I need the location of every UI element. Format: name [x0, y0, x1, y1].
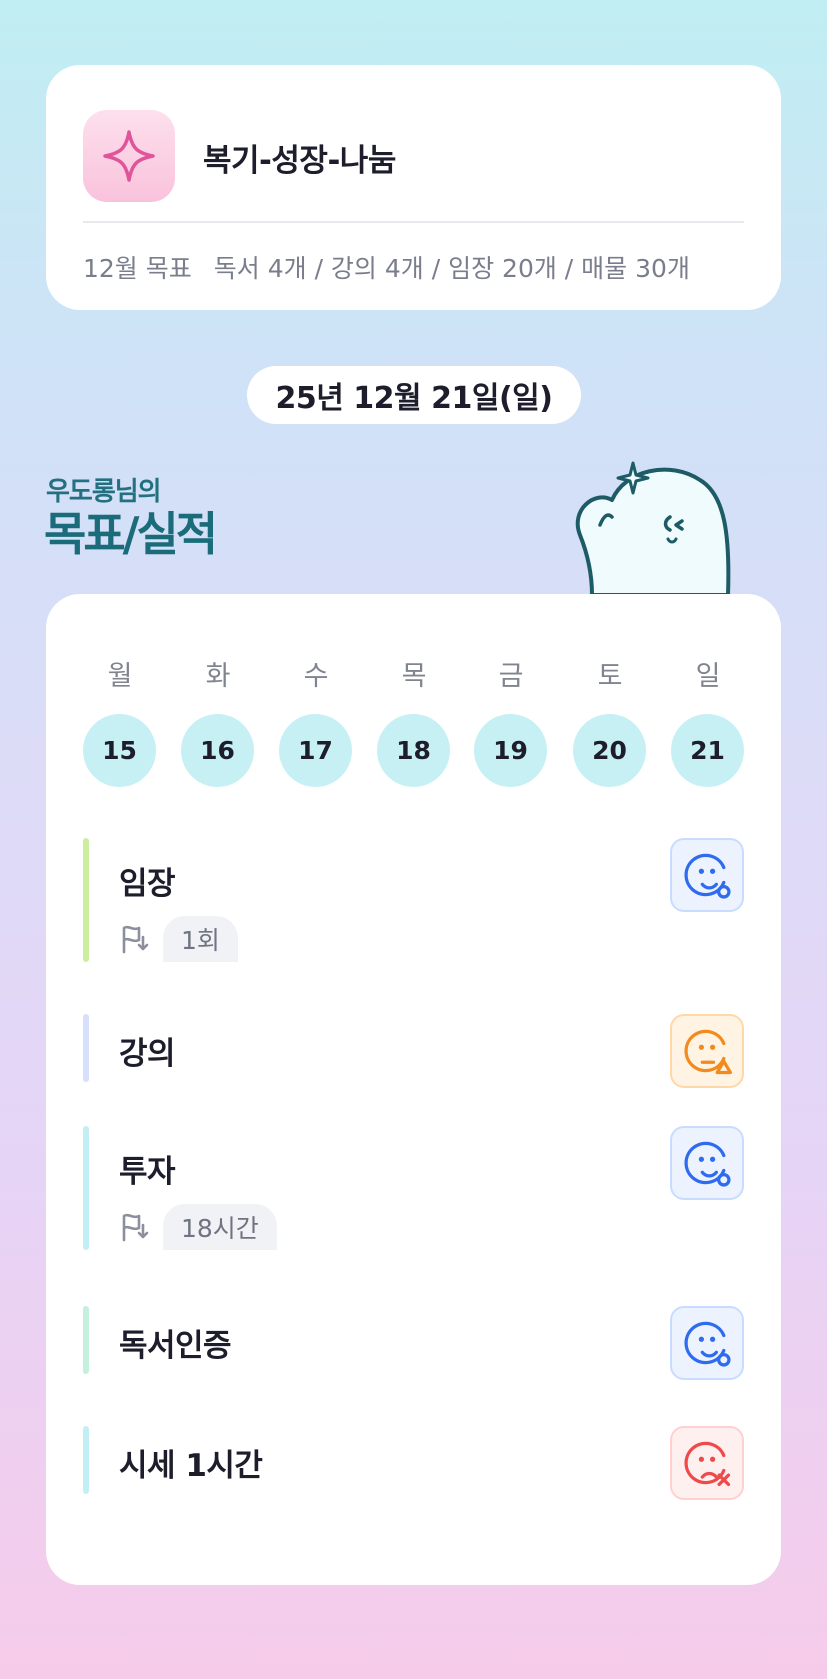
task-name: 임장	[119, 866, 176, 902]
day-15-button[interactable]: 15	[83, 714, 156, 787]
goal-text: 독서 4개 / 강의 4개 / 임장 20개 / 매물 30개	[213, 254, 690, 283]
task-name: 독서인증	[119, 1328, 232, 1364]
weekday-label: 목	[401, 661, 427, 692]
weekday-label: 월	[107, 661, 133, 692]
day-18-button[interactable]: 18	[377, 714, 450, 787]
face-good-icon	[684, 1321, 731, 1367]
task-meta: 1회	[119, 916, 238, 962]
flag-icon	[122, 925, 149, 954]
task-row[interactable]: 강의	[83, 1014, 744, 1088]
day-19-button[interactable]: 19	[474, 714, 547, 787]
status-good-button[interactable]	[670, 1306, 744, 1380]
group-logo	[83, 110, 175, 202]
task-name: 시세 1시간	[119, 1448, 263, 1484]
day-16-button[interactable]: 16	[181, 714, 254, 787]
task-row[interactable]: 독서인증	[83, 1306, 744, 1380]
weekday-label: 일	[695, 661, 721, 692]
page-title: 목표/실적	[44, 507, 218, 561]
day-21-button[interactable]: 21	[671, 714, 744, 787]
task-row[interactable]: 투자 18시간	[83, 1126, 744, 1250]
goal-card: 월 15 화 16 수 17 목 18 금 19 토 20 일 21 임장 1회강의투자 18시간독서인증시세…	[46, 594, 781, 1585]
face-bad-icon	[684, 1441, 731, 1487]
face-good-icon	[684, 1141, 731, 1187]
group-name: 복기-성장-나눔	[203, 143, 396, 179]
weekday-label: 수	[303, 661, 329, 692]
task-count-chip: 18시간	[163, 1204, 277, 1250]
task-name: 투자	[119, 1154, 176, 1190]
face-warn-icon	[684, 1029, 732, 1075]
task-color-bar	[83, 1426, 89, 1494]
weekday-label: 토	[597, 661, 623, 692]
flag-icon	[122, 1213, 149, 1242]
goal-label: 12월 목표	[83, 254, 192, 283]
weekday-label: 화	[205, 661, 231, 692]
day-17-button[interactable]: 17	[279, 714, 352, 787]
status-warn-button[interactable]	[670, 1014, 744, 1088]
task-row[interactable]: 시세 1시간	[83, 1426, 744, 1500]
group-card[interactable]: 복기-성장-나눔 12월 목표 독서 4개 / 강의 4개 / 임장 20개 / …	[46, 65, 781, 310]
divider	[83, 221, 744, 223]
task-color-bar	[83, 1126, 89, 1250]
day-20-button[interactable]: 20	[573, 714, 646, 787]
task-color-bar	[83, 838, 89, 962]
task-name: 강의	[119, 1036, 176, 1072]
status-good-button[interactable]	[670, 1126, 744, 1200]
status-bad-button[interactable]	[670, 1426, 744, 1500]
task-color-bar	[83, 1306, 89, 1374]
mascot-illustration	[575, 461, 731, 595]
task-color-bar	[83, 1014, 89, 1082]
task-meta: 18시간	[119, 1204, 277, 1250]
monthly-goal: 12월 목표 독서 4개 / 강의 4개 / 임장 20개 / 매물 30개	[83, 249, 745, 293]
sparkle-icon	[103, 130, 155, 182]
face-good-icon	[684, 853, 731, 899]
weekday-label: 금	[498, 661, 524, 692]
status-good-button[interactable]	[670, 838, 744, 912]
date-selector[interactable]: 25년 12월 21일(일)	[247, 366, 581, 424]
task-count-chip: 1회	[163, 916, 238, 962]
task-row[interactable]: 임장 1회	[83, 838, 744, 962]
